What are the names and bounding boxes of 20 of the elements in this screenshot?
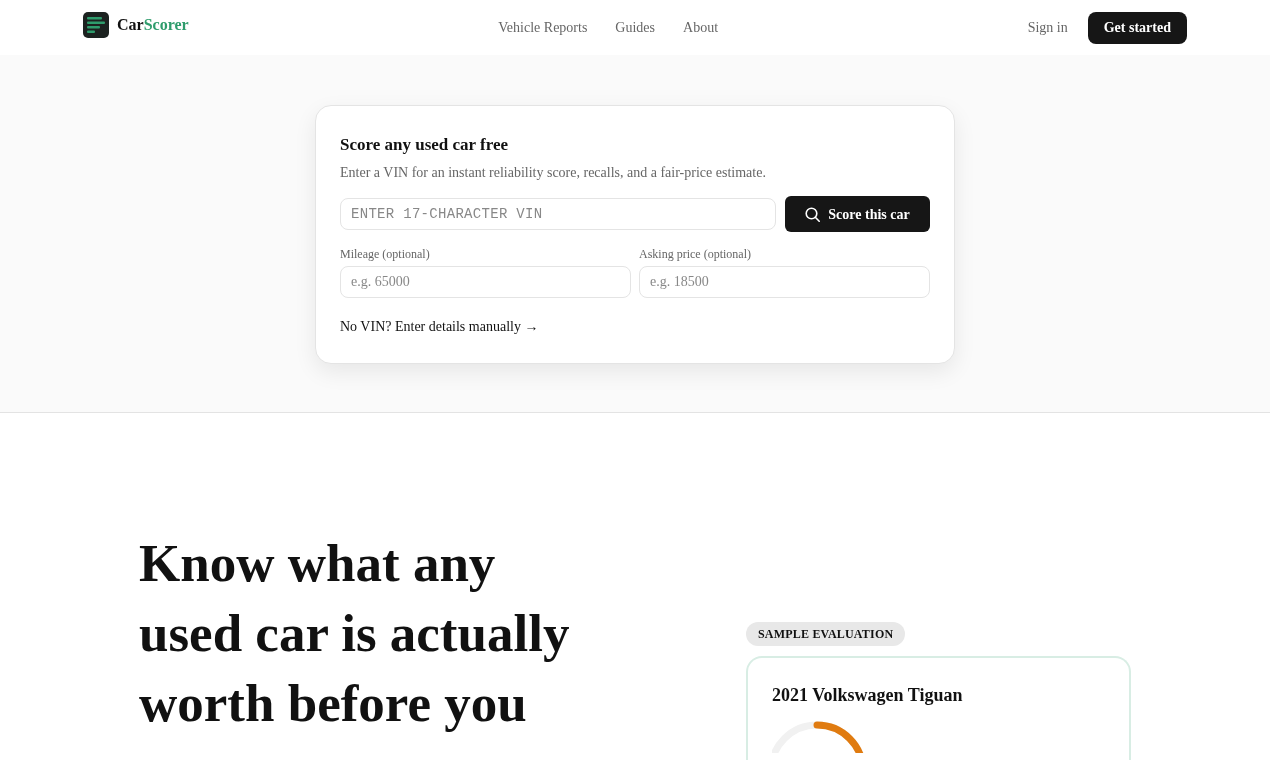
vehicle-title: 2021 Volkswagen Tiguan bbox=[772, 684, 964, 706]
manual-entry-link[interactable]: No VIN? Enter details manually → bbox=[340, 319, 539, 334]
score-button[interactable]: Score this car bbox=[785, 196, 930, 232]
sample-evaluation-badge: SAMPLE EVALUATION bbox=[746, 622, 906, 646]
nav-link[interactable]: Vehicle Reports bbox=[498, 17, 588, 38]
field-label: Asking price (optional) bbox=[639, 246, 752, 262]
text-input-field[interactable]: e.g. 18500 bbox=[639, 266, 930, 298]
text-input-field[interactable]: e.g. 65000 bbox=[340, 266, 631, 298]
brand-name[interactable]: CarScorer bbox=[117, 12, 189, 37]
form-subtitle: Enter a VIN for an instant reliability score, recalls, and a fair-price estimate. bbox=[340, 164, 767, 182]
nav-link[interactable]: Guides bbox=[615, 17, 655, 38]
search-icon bbox=[805, 206, 821, 222]
form-title: Score any used car free bbox=[340, 134, 510, 156]
sign-in-link[interactable]: Sign in bbox=[1027, 17, 1068, 38]
logo-icon bbox=[83, 11, 109, 38]
vin-input-field[interactable]: ENTER 17-CHARACTER VIN bbox=[340, 198, 776, 230]
get-started-button[interactable]: Get started bbox=[1087, 11, 1187, 44]
hero-headline: Know what any used car is actually worth before you bbox=[139, 533, 571, 734]
field-label: Mileage (optional) bbox=[340, 246, 431, 262]
nav-link[interactable]: About bbox=[683, 17, 718, 38]
